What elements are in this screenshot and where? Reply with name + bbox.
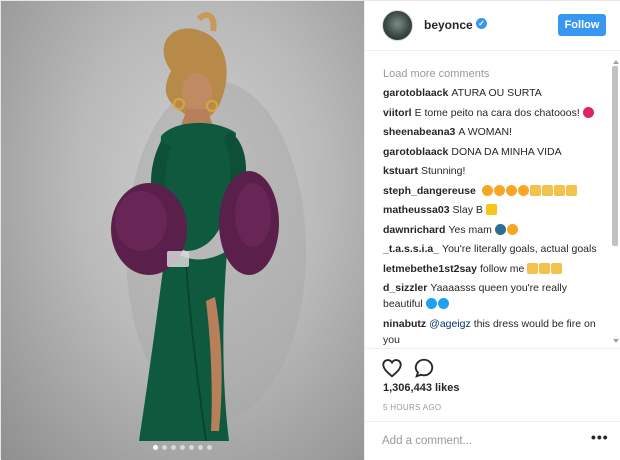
emoji-icon	[551, 262, 563, 274]
emoji-icon	[565, 184, 577, 196]
comment-username[interactable]: steph_dangereuse	[383, 185, 476, 197]
scrollbar-thumb[interactable]	[612, 66, 618, 246]
comment-text: follow me	[479, 262, 525, 275]
post-photo[interactable]	[1, 1, 364, 460]
photo-illustration	[111, 12, 306, 442]
comment-username[interactable]: _t.a.s.s.i.a_	[383, 243, 439, 255]
emoji-icon	[505, 184, 517, 196]
comment-item: viitorl E tome peito na cara dos chatooos…	[383, 105, 608, 121]
post-sidebar: beyonce ✓ Follow Load more comments garo…	[364, 1, 620, 460]
username[interactable]: beyonce	[424, 18, 473, 32]
emoji-icon	[493, 184, 505, 196]
comment-item: dawnrichard Yes mam	[383, 222, 608, 238]
comment-item: letmebethe1st2say follow me	[383, 261, 608, 277]
comment-username[interactable]: letmebethe1st2say	[383, 263, 477, 275]
comment-item: kstuart Stunning!	[383, 163, 608, 179]
carousel-dot[interactable]	[198, 445, 203, 450]
more-options-icon[interactable]: •••	[591, 430, 609, 448]
comment-text: Yes mam	[448, 223, 492, 236]
emoji-icon	[517, 184, 529, 196]
emoji-icon	[541, 184, 553, 196]
emoji-icon	[506, 223, 518, 235]
comment-username[interactable]: garotoblaack	[383, 146, 448, 158]
follow-button[interactable]: Follow	[558, 14, 606, 36]
emoji-icon	[527, 262, 539, 274]
verified-badge-icon: ✓	[476, 18, 487, 29]
carousel-dot[interactable]	[189, 445, 194, 450]
comments-list: Load more comments garotoblaack ATURA OU …	[365, 52, 620, 347]
comment-item: _t.a.s.s.i.a_ You're literally goals, act…	[383, 241, 608, 257]
comment-username[interactable]: garotoblaack	[383, 87, 448, 99]
comment-username[interactable]: dawnrichard	[383, 224, 445, 236]
emoji-icon	[425, 298, 437, 309]
carousel-dot[interactable]	[153, 445, 158, 450]
likes-count[interactable]: 1,306,443 likes	[383, 382, 459, 394]
comment-text: You're literally goals, actual goals	[442, 243, 597, 255]
comment-username[interactable]: matheussa03	[383, 204, 450, 216]
post-actions: 1,306,443 likes 5 HOURS AGO	[365, 348, 620, 418]
avatar[interactable]	[382, 10, 413, 41]
carousel-dot[interactable]	[171, 445, 176, 450]
carousel-dot[interactable]	[207, 445, 212, 450]
scrollbar[interactable]	[611, 58, 619, 348]
comment-text: DONA DA MINHA VIDA	[451, 145, 562, 158]
comment-mention[interactable]: @ageigz	[429, 318, 471, 330]
post-header: beyonce ✓ Follow	[365, 1, 620, 51]
scroll-down-arrow-icon[interactable]	[613, 339, 619, 343]
comment-text: Stunning!	[421, 165, 466, 177]
comment-item: garotoblaack DONA DA MINHA VIDA	[383, 144, 608, 160]
comment-username[interactable]: ninabutz	[383, 318, 426, 330]
comment-item: steph_dangereuse	[383, 183, 608, 199]
emoji-icon	[485, 204, 497, 215]
comment-item: matheussa03 Slay B	[383, 202, 608, 218]
carousel-dot[interactable]	[162, 445, 167, 450]
comment-text: E tome peito na cara dos chatooos!	[414, 106, 580, 119]
emoji-icon	[539, 262, 551, 274]
carousel-indicator[interactable]	[1, 441, 364, 453]
comment-item: garotoblaack ATURA OU SURTA	[383, 85, 608, 101]
comment-icon[interactable]	[413, 357, 435, 379]
comment-text: Slay B	[452, 204, 483, 216]
comment-text: ATURA OU SURTA	[451, 87, 542, 99]
load-more-comments-link[interactable]: Load more comments	[383, 68, 489, 80]
comment-username[interactable]: viitorl	[383, 107, 412, 119]
comment-items: garotoblaack ATURA OU SURTA viitorl E tome …	[383, 85, 608, 347]
comment-item: d_sizzler Yaaaasss queen you're really be…	[383, 280, 608, 312]
emoji-icon	[437, 298, 449, 309]
add-comment-input[interactable]	[382, 432, 582, 450]
instagram-post: beyonce ✓ Follow Load more comments garo…	[0, 0, 620, 460]
emoji-icon	[481, 184, 493, 196]
comment-username[interactable]: sheenabeana3	[383, 126, 455, 138]
emoji-icon	[494, 223, 506, 235]
emoji-icon	[553, 184, 565, 196]
carousel-dot[interactable]	[180, 445, 185, 450]
emoji-icon	[529, 184, 541, 196]
comment-item: ninabutz @ageigz this dress would be fire…	[383, 316, 608, 348]
comment-text: A WOMAN!	[458, 126, 513, 138]
comment-username[interactable]: d_sizzler	[383, 282, 427, 294]
comment-item: sheenabeana3 A WOMAN!	[383, 124, 608, 140]
emoji-icon	[582, 106, 594, 118]
post-timestamp: 5 HOURS AGO	[383, 403, 442, 412]
scroll-up-arrow-icon[interactable]	[613, 60, 619, 64]
heart-icon[interactable]	[381, 357, 403, 379]
comment-username[interactable]: kstuart	[383, 165, 418, 177]
add-comment-bar: •••	[365, 421, 620, 460]
